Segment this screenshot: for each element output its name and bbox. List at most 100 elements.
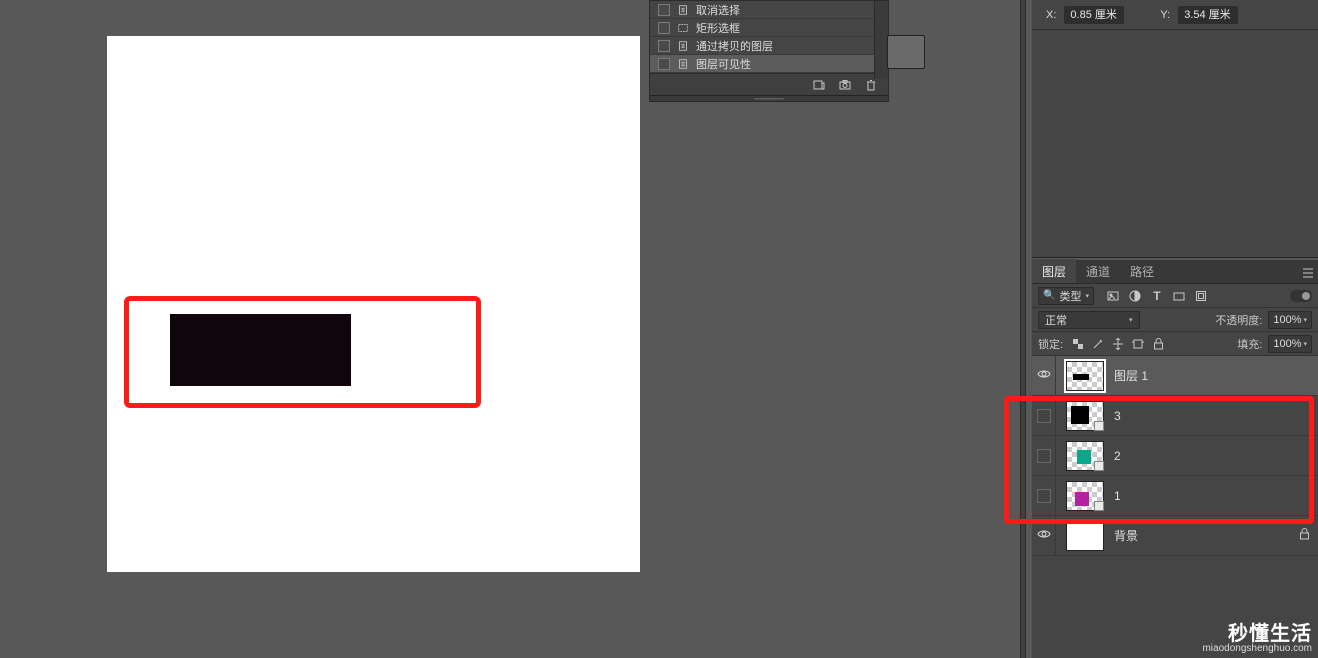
layer-row[interactable]: 图层 1 — [1032, 356, 1318, 396]
history-label: 图层可见性 — [696, 56, 751, 72]
visibility-toggle[interactable] — [1032, 436, 1056, 475]
lock-transparency-icon[interactable] — [1071, 337, 1085, 351]
document-icon — [676, 39, 690, 53]
filter-shape-icon[interactable] — [1172, 289, 1186, 303]
chevron-down-icon: ▾ — [1085, 292, 1089, 300]
history-item[interactable]: 图层可见性 — [650, 55, 888, 73]
opacity-label: 不透明度: — [1215, 312, 1262, 328]
visibility-off-icon — [1037, 489, 1051, 503]
layer-list: 图层 1 3 2 — [1032, 356, 1318, 556]
visibility-toggle[interactable] — [1032, 476, 1056, 515]
opacity-value: 100% — [1273, 314, 1301, 326]
history-scrollbar[interactable] — [874, 1, 888, 79]
layer-thumbnail[interactable] — [1066, 481, 1104, 511]
layers-lock-row: 锁定: 填充: 100% ▾ — [1032, 332, 1318, 356]
layer-row[interactable]: 1 — [1032, 476, 1318, 516]
history-panel: 取消选择 矩形选框 通过拷贝的图层 图层可见性 — [649, 0, 889, 102]
history-footer — [650, 73, 888, 95]
history-toggle[interactable] — [658, 4, 670, 16]
lock-position-icon[interactable] — [1111, 337, 1125, 351]
smart-object-badge-icon — [1094, 461, 1104, 471]
x-label: X: — [1046, 9, 1056, 21]
fill-input[interactable]: 100% ▾ — [1268, 335, 1312, 353]
opacity-input[interactable]: 100% ▾ — [1268, 311, 1312, 329]
layer-thumbnail[interactable] — [1066, 401, 1104, 431]
lock-all-icon[interactable] — [1151, 337, 1165, 351]
trash-icon[interactable] — [864, 78, 878, 92]
history-toggle[interactable] — [658, 58, 670, 70]
filter-type-icon[interactable]: T — [1150, 289, 1164, 303]
chevron-down-icon: ▾ — [1129, 316, 1133, 324]
layer-name[interactable]: 2 — [1114, 449, 1121, 463]
snapshot-icon[interactable] — [838, 78, 852, 92]
marquee-icon — [676, 21, 690, 35]
history-item[interactable]: 通过拷贝的图层 — [650, 37, 888, 55]
visibility-toggle[interactable] — [1032, 516, 1056, 555]
lock-label: 锁定: — [1038, 336, 1063, 352]
history-item[interactable]: 矩形选框 — [650, 19, 888, 37]
eye-icon — [1037, 527, 1051, 544]
layers-filter-bar: 🔍 类型 ▾ T — [1032, 284, 1318, 308]
lock-artboard-icon[interactable] — [1131, 337, 1145, 351]
layer-row[interactable]: 3 — [1032, 396, 1318, 436]
tab-paths[interactable]: 路径 — [1120, 259, 1164, 283]
blend-mode-select[interactable]: 正常 ▾ — [1038, 311, 1140, 329]
tab-channels[interactable]: 通道 — [1076, 259, 1120, 283]
document-canvas[interactable] — [107, 36, 640, 572]
panel-menu-icon[interactable] — [1298, 263, 1318, 283]
history-item[interactable]: 取消选择 — [650, 1, 888, 19]
filter-icons: T — [1106, 289, 1208, 303]
lock-icon — [1299, 528, 1310, 543]
layer-row[interactable]: 2 — [1032, 436, 1318, 476]
document-icon — [676, 3, 690, 17]
document-icon — [676, 57, 690, 71]
history-label: 矩形选框 — [696, 20, 740, 36]
layers-panel: 图层 通道 路径 🔍 类型 ▾ T 正常 ▾ 不透明度: 100% ▾ — [1032, 260, 1318, 658]
panel-resize-handle[interactable] — [650, 95, 888, 101]
layer-name[interactable]: 图层 1 — [1114, 367, 1148, 384]
layer-row[interactable]: 背景 — [1032, 516, 1318, 556]
filter-type-label: 类型 — [1059, 288, 1081, 304]
history-list: 取消选择 矩形选框 通过拷贝的图层 图层可见性 — [650, 1, 888, 73]
tab-layers[interactable]: 图层 — [1032, 259, 1076, 283]
history-label: 通过拷贝的图层 — [696, 38, 773, 54]
x-input[interactable]: 0.85 厘米 — [1064, 6, 1124, 24]
watermark-en: miaodongshenghuo.com — [1202, 644, 1312, 654]
properties-position-bar: X: 0.85 厘米 Y: 3.54 厘米 — [1032, 0, 1318, 30]
fill-label: 填充: — [1237, 336, 1262, 352]
search-icon: 🔍 — [1043, 290, 1055, 301]
smart-object-badge-icon — [1094, 501, 1104, 511]
visibility-toggle[interactable] — [1032, 356, 1056, 395]
filter-pixel-icon[interactable] — [1106, 289, 1120, 303]
layer-thumbnail[interactable] — [1066, 521, 1104, 551]
visibility-off-icon — [1037, 449, 1051, 463]
visibility-toggle[interactable] — [1032, 396, 1056, 435]
chevron-down-icon: ▾ — [1303, 316, 1307, 324]
eye-icon — [1037, 367, 1051, 384]
filter-adjust-icon[interactable] — [1128, 289, 1142, 303]
chevron-down-icon: ▾ — [1303, 340, 1307, 348]
watermark-cn: 秒懂生活 — [1202, 624, 1312, 644]
scrollbar-thumb[interactable] — [887, 35, 925, 69]
layer-thumbnail[interactable] — [1066, 361, 1104, 391]
panel-tabs: 图层 通道 路径 — [1032, 260, 1318, 284]
layer-name[interactable]: 1 — [1114, 489, 1121, 503]
layers-blend-row: 正常 ▾ 不透明度: 100% ▾ — [1032, 308, 1318, 332]
blend-mode-label: 正常 — [1045, 312, 1067, 328]
smart-object-badge-icon — [1094, 421, 1104, 431]
lock-pixels-icon[interactable] — [1091, 337, 1105, 351]
y-input[interactable]: 3.54 厘米 — [1178, 6, 1238, 24]
canvas-layer-content — [170, 314, 351, 386]
filter-toggle[interactable] — [1290, 290, 1312, 302]
new-doc-from-state-icon[interactable] — [812, 78, 826, 92]
layer-name[interactable]: 背景 — [1114, 527, 1138, 544]
fill-value: 100% — [1273, 338, 1301, 350]
history-toggle[interactable] — [658, 40, 670, 52]
layer-thumbnail[interactable] — [1066, 441, 1104, 471]
history-toggle[interactable] — [658, 22, 670, 34]
filter-type-select[interactable]: 🔍 类型 ▾ — [1038, 287, 1094, 305]
filter-smart-icon[interactable] — [1194, 289, 1208, 303]
panel-divider[interactable] — [1020, 0, 1026, 658]
watermark: 秒懂生活 miaodongshenghuo.com — [1202, 624, 1312, 654]
layer-name[interactable]: 3 — [1114, 409, 1121, 423]
